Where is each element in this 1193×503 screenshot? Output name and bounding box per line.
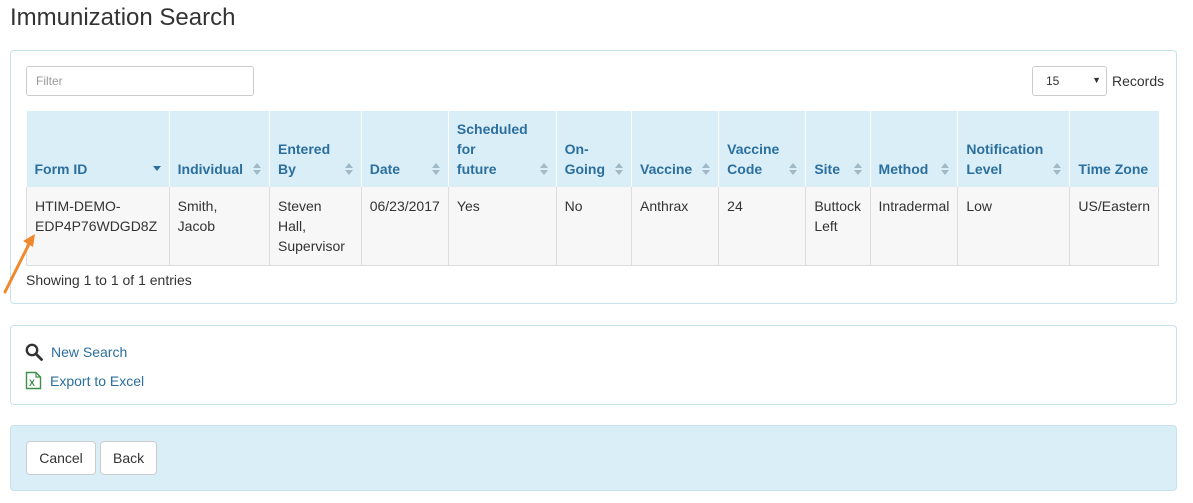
column-header-vaccine[interactable]: Vaccine — [631, 111, 720, 187]
page-title: Immunization Search — [10, 4, 236, 31]
column-header-label: On- — [564, 141, 589, 157]
sort-desc-icon — [152, 166, 161, 171]
back-button[interactable]: Back — [100, 441, 157, 475]
column-header-label: Individual — [177, 161, 243, 177]
column-header-entered-by[interactable]: Entered By — [269, 111, 362, 187]
column-header-label: Going — [564, 161, 606, 177]
column-header-label: Notification — [966, 141, 1044, 157]
cell-text: EDP4P76WDGD8Z — [35, 218, 158, 234]
column-header-label: future — [456, 161, 497, 177]
cell-scheduled: Yes — [448, 187, 557, 266]
sort-icon — [789, 163, 798, 175]
column-header-label: Vaccine — [727, 141, 780, 157]
new-search-label: New Search — [51, 344, 128, 360]
cell-notification-level: Low — [957, 187, 1071, 266]
cell-text: Supervisor — [278, 238, 345, 254]
cell-form-id: HTIM-DEMO- EDP4P76WDGD8Z — [26, 187, 170, 266]
showing-entries-text: Showing 1 to 1 of 1 entries — [26, 272, 192, 288]
search-icon — [25, 343, 43, 361]
column-header-method[interactable]: Method — [870, 111, 959, 187]
sort-icon — [702, 163, 711, 175]
cell-text: HTIM-DEMO- — [35, 198, 121, 214]
svg-text:X: X — [29, 378, 35, 388]
new-search-link[interactable]: New Search — [25, 343, 127, 361]
filter-input[interactable] — [26, 66, 254, 96]
sort-icon — [344, 163, 353, 175]
export-excel-label: Export to Excel — [50, 372, 145, 389]
column-header-scheduled[interactable]: Scheduled for future — [448, 111, 557, 187]
column-header-label: Method — [878, 161, 929, 177]
column-header-label: Vaccine — [640, 161, 693, 177]
column-header-time-zone[interactable]: Time Zone — [1069, 111, 1159, 187]
column-header-label: Code — [727, 161, 763, 177]
cell-text: Smith, — [177, 198, 218, 214]
column-header-label: Form ID — [34, 161, 88, 177]
sort-icon — [431, 163, 440, 175]
export-excel-link[interactable]: X Export to Excel — [25, 371, 144, 390]
cell-vaccine: Anthrax — [631, 187, 720, 266]
results-panel: 15 ▼ Records Form ID Individual Entered … — [10, 50, 1177, 304]
column-header-label: Level — [966, 161, 1003, 177]
records-per-page-value: 15 — [1046, 74, 1060, 88]
actions-panel: New Search X Export to Excel — [10, 325, 1177, 405]
column-header-ongoing[interactable]: On- Going — [556, 111, 633, 187]
column-header-notification-level[interactable]: Notification Level — [957, 111, 1071, 187]
sort-icon — [253, 163, 261, 175]
column-header-individual[interactable]: Individual — [169, 111, 271, 187]
cell-entered-by: Steven Hall, Supervisor — [269, 187, 362, 266]
records-label: Records — [1112, 73, 1165, 89]
excel-file-icon: X — [25, 371, 42, 390]
annotation-arrow-icon — [3, 234, 35, 294]
cell-ongoing: No — [556, 187, 633, 266]
cell-text: Jacob — [177, 218, 216, 234]
cell-method: Intradermal — [870, 187, 959, 266]
cell-time-zone: US/Eastern — [1069, 187, 1159, 266]
sort-icon — [1053, 163, 1062, 175]
column-header-label: Time Zone — [1078, 161, 1149, 177]
column-header-label: Date — [369, 161, 401, 177]
sort-icon — [853, 163, 862, 175]
column-header-label: Site — [814, 161, 841, 177]
cell-text: Buttock — [814, 198, 862, 214]
column-header-date[interactable]: Date — [361, 111, 449, 187]
cancel-button[interactable]: Cancel — [26, 441, 96, 475]
sort-icon — [615, 163, 624, 175]
column-header-label: Entered By — [278, 141, 331, 177]
cell-date: 06/23/2017 — [361, 187, 449, 266]
sort-icon — [539, 163, 548, 175]
cell-individual: Smith, Jacob — [169, 187, 271, 266]
form-buttons-panel: Cancel Back — [10, 425, 1177, 491]
table-header-row: Form ID Individual Entered By Date Sched… — [26, 111, 1159, 187]
column-header-label: Scheduled for — [456, 121, 528, 157]
records-per-page-select[interactable]: 15 ▼ — [1032, 66, 1107, 96]
cell-text: Left — [814, 218, 838, 234]
cell-vaccine-code: 24 — [718, 187, 807, 266]
results-table: Form ID Individual Entered By Date Sched… — [26, 111, 1159, 266]
chevron-down-icon: ▼ — [1092, 75, 1101, 85]
sort-icon — [941, 163, 950, 175]
column-header-site[interactable]: Site — [805, 111, 871, 187]
table-row[interactable]: HTIM-DEMO- EDP4P76WDGD8Z Smith, Jacob Stev… — [26, 187, 1159, 266]
cell-text: Steven Hall, — [278, 198, 322, 234]
cell-site: Buttock Left — [805, 187, 871, 266]
column-header-vaccine-code[interactable]: Vaccine Code — [718, 111, 807, 187]
column-header-form-id[interactable]: Form ID — [26, 111, 170, 187]
